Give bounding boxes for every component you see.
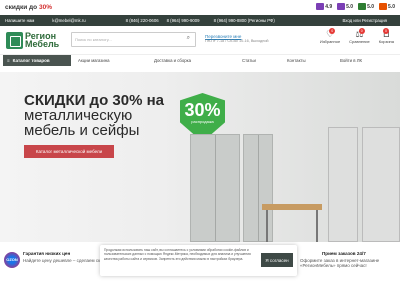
promo-text: скидки до 30% — [5, 4, 52, 11]
cart-button[interactable]: ⊔ 0 Корзина — [379, 28, 394, 44]
cookie-text: Продолжая использовать наш сайт, вы согл… — [104, 248, 251, 261]
desk-leg — [316, 210, 318, 242]
rating-badge[interactable]: 5.0 — [379, 3, 395, 10]
rating-badge[interactable]: 4.9 — [316, 3, 332, 10]
nav-item-articles[interactable]: Статьи — [242, 58, 256, 63]
main-nav: ≡ Каталог товаров Акции магазина Доставка… — [0, 54, 400, 66]
cookie-banner: Продолжая использовать наш сайт, вы согл… — [100, 245, 297, 276]
nav-item-login[interactable]: Войти в ЛК — [340, 58, 362, 63]
nav-item-contacts[interactable]: Контакты — [287, 58, 306, 63]
shelf-image — [362, 127, 400, 242]
phone-link[interactable]: 8 (846) 220-0606 — [126, 18, 159, 23]
count-badge: 0 — [358, 28, 365, 34]
shelf-image — [328, 127, 358, 242]
hero-banner[interactable]: СКИДКИ до 30% на металлическую мебель и … — [0, 72, 400, 242]
search-input[interactable]: Поиск по каталогу... ⌕ — [71, 32, 196, 47]
write-us-link[interactable]: Напишите нам — [5, 18, 34, 23]
nav-item-delivery[interactable]: Доставка и сборка — [154, 58, 191, 63]
favorites-button[interactable]: ♡ 0 Избранное — [320, 28, 340, 44]
desk-leg — [266, 210, 268, 242]
nav-item-promo[interactable]: Акции магазина — [78, 58, 110, 63]
logo-icon — [6, 31, 23, 49]
email-link[interactable]: k@mebel@mk.ru — [52, 18, 85, 23]
cookie-accept-button[interactable]: Я согласен — [261, 253, 293, 267]
menu-icon: ≡ — [7, 57, 10, 63]
count-badge: 0 — [383, 28, 389, 34]
search-icon[interactable]: ⌕ — [187, 35, 190, 42]
work-hours: Пн-Пт 7-18 / Сб-Вс 10-16, Выходной — [205, 39, 269, 43]
desk-image — [262, 204, 322, 210]
catalog-cta-button[interactable]: Каталог металлической мебели — [24, 145, 114, 158]
hero-title: СКИДКИ до 30% на металлическую мебель и … — [24, 92, 165, 139]
phone-link[interactable]: 8 (964) 990-9009 — [167, 18, 200, 23]
promo-bar: скидки до 30% 4.9 5.0 5.0 5.0 — [0, 0, 400, 15]
phone-link[interactable]: 8 (964) 990-8800 (Регионы РФ) — [214, 18, 275, 23]
catalog-button[interactable]: ≡ Каталог товаров — [3, 54, 71, 66]
callback: Перезвоните мне Пн-Пт 7-18 / Сб-Вс 10-16… — [205, 34, 269, 44]
rating-badge[interactable]: 5.0 — [337, 3, 353, 10]
rating-badge[interactable]: 5.0 — [358, 3, 374, 10]
auth-link[interactable]: Вход или Регистрация — [342, 18, 387, 23]
header-icons: ♡ 0 Избранное ⚖ 0 Сравнение ⊔ 0 Корзина — [320, 28, 394, 44]
feature-orders: Прием заказов 24/7 Оформите заказ в инте… — [300, 251, 380, 268]
logo[interactable]: Регион Мебель — [6, 31, 60, 49]
locker-image — [190, 134, 240, 242]
logo-text: Регион Мебель — [25, 31, 60, 49]
header: Регион Мебель Поиск по каталогу... ⌕ Пере… — [0, 26, 400, 54]
ratings: 4.9 5.0 5.0 5.0 — [316, 3, 395, 10]
locker-image — [243, 134, 273, 242]
info-bar: Напишите нам k@mebel@mk.ru 8 (846) 220-0… — [0, 15, 400, 26]
feature-price: Гарантия низких цен Найдете цену дешевле… — [23, 251, 110, 263]
ozon-logo[interactable]: OZON — [4, 252, 20, 268]
compare-button[interactable]: ⚖ 0 Сравнение — [349, 28, 370, 44]
